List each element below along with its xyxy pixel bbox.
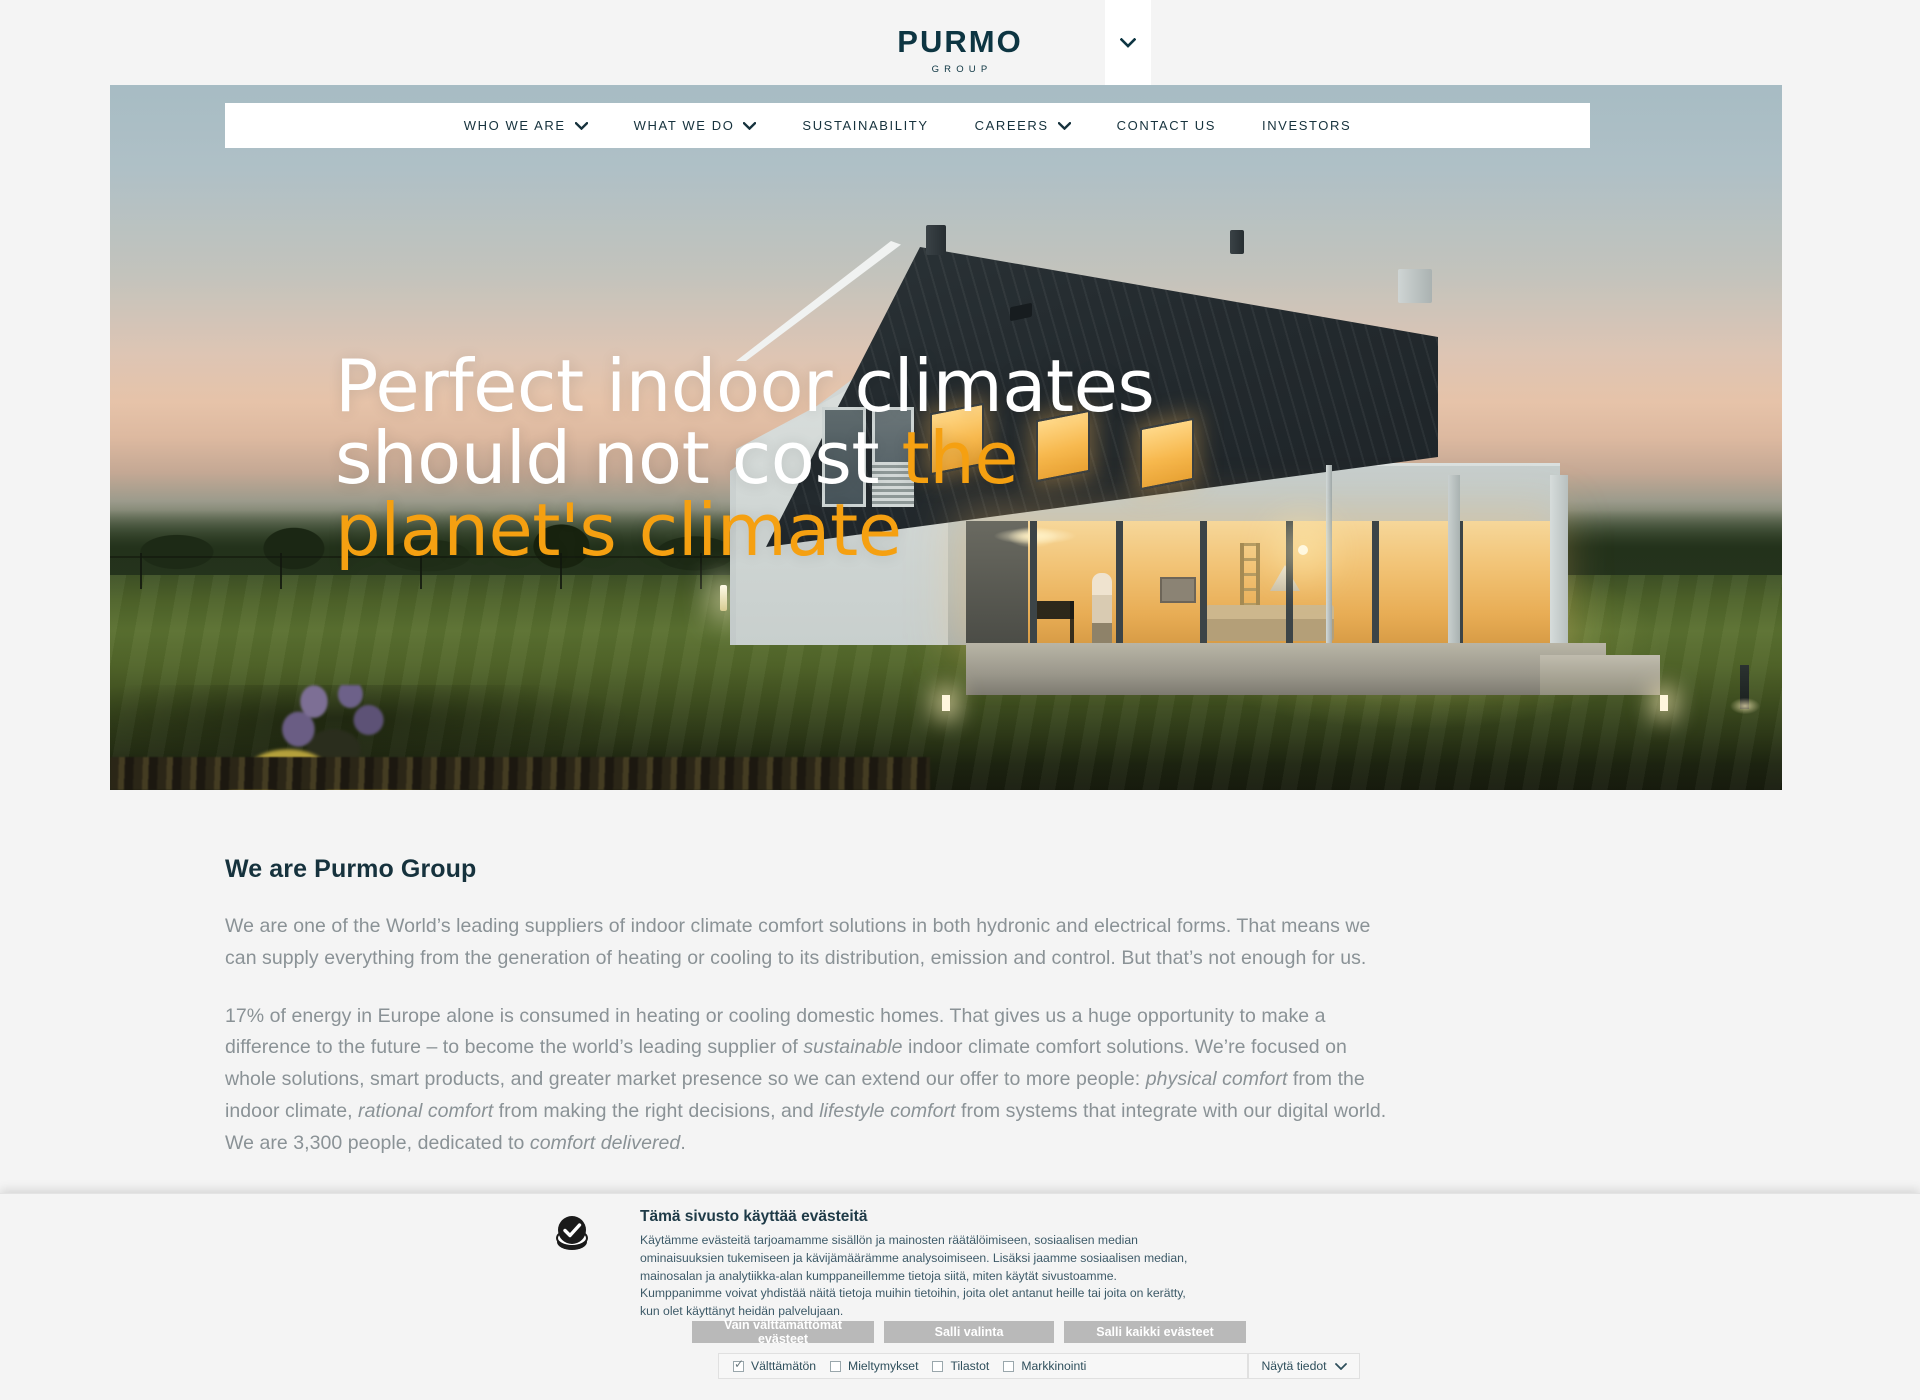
chimney	[1398, 269, 1432, 303]
nav-label: WHO WE ARE	[463, 118, 566, 133]
page-root: PURMO GROUP Perfect indoor climates shou…	[0, 0, 1920, 1400]
cookie-allow-all-button[interactable]: Salli kaikki evästeet	[1064, 1321, 1246, 1343]
nav-label: CONTACT US	[1116, 118, 1216, 133]
hero-headline-line-3: planet's climate	[335, 488, 902, 572]
para2-em-physical-comfort: physical comfort	[1145, 1068, 1288, 1091]
facade-pillar	[1550, 475, 1568, 645]
section-heading: We are Purmo Group	[225, 855, 477, 883]
purmo-group-logo[interactable]: PURMO GROUP	[897, 26, 1022, 75]
para2-em-lifestyle-comfort: lifestyle comfort	[819, 1099, 956, 1122]
nav-item-careers[interactable]: CAREERS	[952, 118, 1094, 133]
nav-label: CAREERS	[974, 118, 1049, 133]
cookie-check-icon	[550, 1212, 594, 1256]
cookie-allow-selection-button[interactable]: Salli valinta	[884, 1321, 1054, 1343]
interior-picture-frame	[1160, 577, 1196, 603]
checkbox-icon[interactable]	[830, 1360, 842, 1372]
checkbox-icon[interactable]	[733, 1358, 744, 1372]
nav-item-who-we-are[interactable]: WHO WE ARE	[441, 118, 611, 133]
fence-post	[280, 553, 282, 589]
hero-headline: Perfect indoor climates should not cost …	[335, 350, 1435, 566]
cookie-category-necessary[interactable]: Välttämätön	[719, 1358, 817, 1373]
garden-path-light	[720, 585, 727, 611]
cookie-text-block: Tämä sivusto käyttää evästeitä Käytämme …	[556, 1208, 1220, 1321]
cookie-category-checkboxes: Välttämätön Mieltymykset Tilastot Markki…	[718, 1353, 1248, 1379]
ground-spot-light	[942, 695, 950, 711]
logo-subtext: GROUP	[931, 64, 993, 75]
chevron-down-icon	[743, 121, 757, 130]
cookie-banner-title: Tämä sivusto käyttää evästeitä	[640, 1208, 868, 1225]
para2-part-4: from making the right decisions, and	[493, 1099, 820, 1122]
cookie-category-preferences[interactable]: Mieltymykset	[816, 1359, 918, 1373]
terrace-step	[1540, 655, 1660, 695]
chevron-down-icon	[1120, 37, 1136, 48]
fence-post	[140, 553, 142, 589]
para2-em-sustainable: sustainable	[803, 1036, 903, 1059]
ground-spot-light	[1660, 695, 1668, 711]
checkbox-icon[interactable]	[932, 1360, 944, 1372]
hero-headline-line-2-accent: the	[901, 416, 1019, 500]
cookie-details-label: Näytä tiedot	[1261, 1359, 1327, 1373]
chevron-down-icon	[1057, 121, 1071, 130]
cookie-category-label: Välttämätön	[751, 1359, 817, 1373]
para2-em-comfort-delivered: comfort delivered	[529, 1131, 681, 1154]
hero-headline-line-2: should not cost the	[335, 422, 1435, 494]
hero-banner-image: Perfect indoor climates should not cost …	[110, 85, 1782, 790]
cookie-banner-body: Käytämme evästeitä tarjoamamme sisällön …	[640, 1233, 1188, 1319]
bollard-light-glow	[1725, 695, 1765, 717]
cookie-category-label: Markkinointi	[1021, 1359, 1087, 1373]
cookie-category-label: Mieltymykset	[848, 1359, 919, 1373]
cookie-action-buttons: Vain välttämättömät evästeet Salli valin…	[692, 1318, 1246, 1346]
chevron-down-icon	[1334, 1362, 1347, 1370]
cookie-category-label: Tilastot	[950, 1359, 990, 1373]
chimney	[926, 225, 946, 255]
intro-paragraph-1: We are one of the World’s leading suppli…	[225, 915, 1371, 969]
nav-label: WHAT WE DO	[633, 118, 735, 133]
facade-pillar	[1448, 475, 1460, 645]
language-selector-toggle[interactable]	[1105, 0, 1151, 85]
cookie-category-marketing[interactable]: Markkinointi	[989, 1359, 1086, 1373]
cookie-show-details-toggle[interactable]: Näytä tiedot	[1248, 1353, 1360, 1379]
nav-label: INVESTORS	[1261, 118, 1352, 133]
nav-item-investors[interactable]: INVESTORS	[1239, 118, 1374, 133]
interior-sofa	[1206, 605, 1334, 641]
checkbox-icon[interactable]	[1003, 1360, 1015, 1372]
nav-item-sustainability[interactable]: SUSTAINABILITY	[779, 118, 951, 133]
chevron-down-icon	[574, 121, 588, 130]
mulch-bed	[110, 757, 930, 790]
para2-part-6: .	[680, 1131, 686, 1154]
logo-wordmark: PURMO	[897, 24, 1023, 59]
person-silhouette	[1092, 573, 1112, 647]
para2-em-rational-comfort: rational comfort	[358, 1099, 494, 1122]
nav-label: SUSTAINABILITY	[802, 118, 929, 133]
main-content: We are Purmo Group We are one of the Wor…	[225, 855, 1400, 1185]
intro-paragraph-2: 17% of energy in Europe alone is consume…	[225, 1001, 1400, 1160]
cookie-category-statistics[interactable]: Tilastot	[918, 1359, 989, 1373]
nav-item-contact-us[interactable]: CONTACT US	[1094, 118, 1239, 133]
cookie-consent-banner: Tämä sivusto käyttää evästeitä Käytämme …	[0, 1193, 1920, 1400]
main-navigation: WHO WE ARE WHAT WE DO SUSTAINABILITY CAR…	[225, 103, 1590, 148]
terrace	[966, 643, 1606, 695]
cookie-necessary-only-button[interactable]: Vain välttämättömät evästeet	[692, 1318, 874, 1346]
chimney	[1230, 230, 1244, 254]
nav-item-what-we-do[interactable]: WHAT WE DO	[611, 118, 780, 133]
